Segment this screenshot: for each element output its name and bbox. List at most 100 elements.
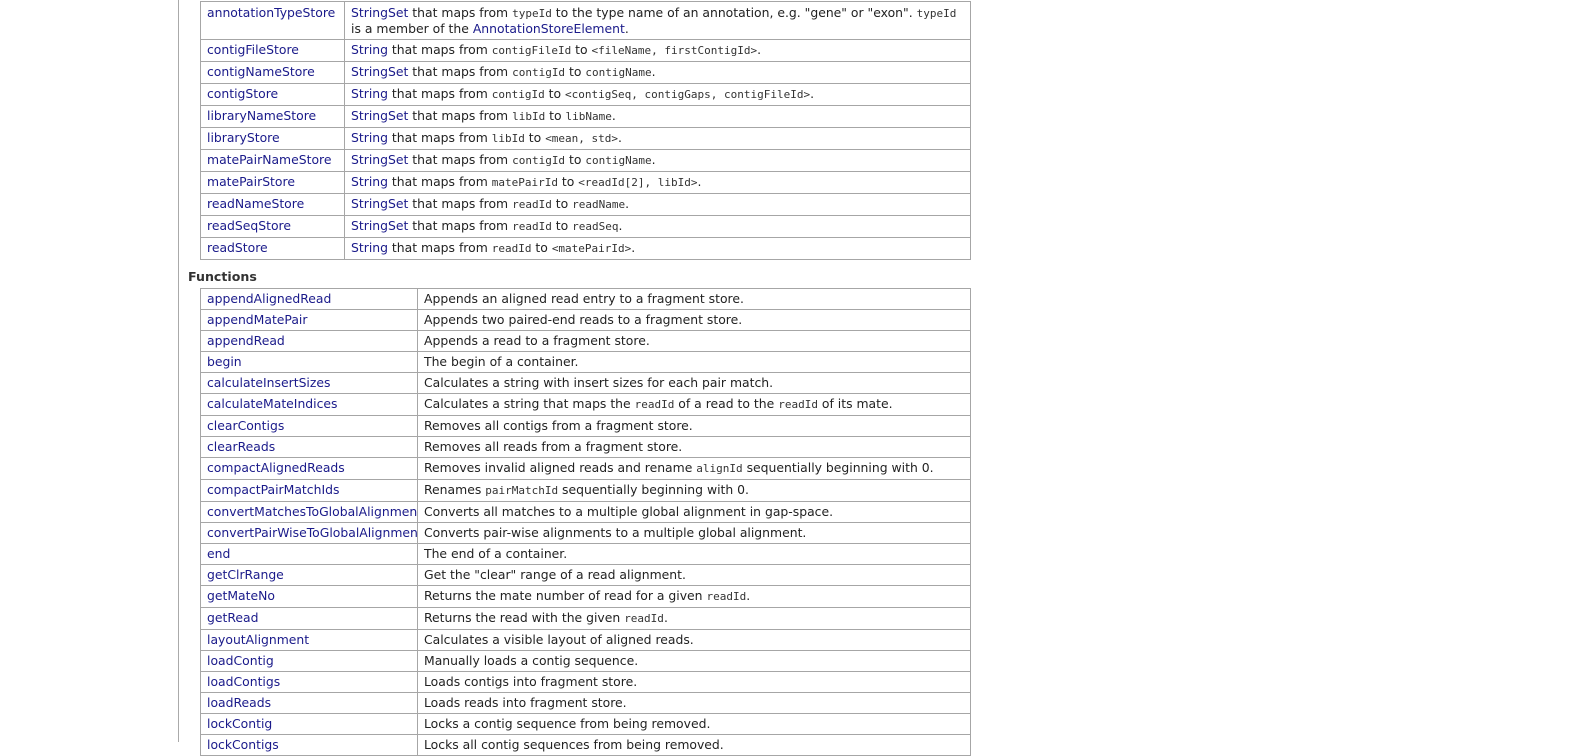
description-text: Removes all contigs from a fragment stor… bbox=[424, 418, 693, 433]
description-text: . bbox=[697, 174, 702, 189]
member-row: readSeqStore StringSet that maps from rea… bbox=[200, 215, 971, 238]
code-identifier: contigId bbox=[512, 154, 566, 167]
function-row-name-link[interactable]: begin bbox=[207, 354, 242, 369]
description-text: Loads reads into fragment store. bbox=[424, 695, 627, 710]
type-link[interactable]: StringSet bbox=[351, 5, 408, 20]
member-row-name-cell: matePairStore bbox=[200, 171, 345, 194]
member-row-description: String that maps from libId to <mean, st… bbox=[344, 127, 971, 150]
function-row-name-link[interactable]: getClrRange bbox=[207, 567, 284, 582]
member-row-name-link[interactable]: readNameStore bbox=[207, 196, 304, 211]
member-row-name-link[interactable]: readSeqStore bbox=[207, 218, 291, 233]
function-row-description: Locks a contig sequence from being remov… bbox=[417, 713, 971, 735]
member-row-description: StringSet that maps from contigId to con… bbox=[344, 149, 971, 172]
type-link[interactable]: String bbox=[351, 240, 388, 255]
function-row-name-link[interactable]: clearContigs bbox=[207, 418, 284, 433]
code-identifier: <fileName, firstContigId> bbox=[591, 44, 758, 57]
function-row-name-link[interactable]: convertMatchesToGlobalAlignment bbox=[207, 504, 417, 519]
description-text: Calculates a visible layout of aligned r… bbox=[424, 632, 694, 647]
function-row-name-link[interactable]: loadContigs bbox=[207, 674, 280, 689]
description-text: that maps from bbox=[387, 42, 492, 57]
member-row-name-link[interactable]: contigNameStore bbox=[207, 64, 315, 79]
type-link[interactable]: StringSet bbox=[351, 196, 408, 211]
function-row-description: Appends two paired-end reads to a fragme… bbox=[417, 309, 971, 331]
description-text: Locks all contig sequences from being re… bbox=[424, 737, 724, 752]
description-text: sequentially beginning with 0. bbox=[558, 482, 749, 497]
function-row-name-link[interactable]: getMateNo bbox=[207, 588, 275, 603]
description-text: Converts all matches to a multiple globa… bbox=[424, 504, 834, 519]
function-row-description: Manually loads a contig sequence. bbox=[417, 650, 971, 672]
description-text: of its mate. bbox=[817, 396, 893, 411]
function-row-name-link[interactable]: layoutAlignment bbox=[207, 632, 309, 647]
description-text: . bbox=[746, 588, 751, 603]
function-row-name-link[interactable]: getRead bbox=[207, 610, 258, 625]
function-row-name-link[interactable]: appendRead bbox=[207, 333, 285, 348]
description-text: to bbox=[544, 86, 566, 101]
code-identifier: contigId bbox=[512, 66, 566, 79]
code-identifier: <mean, std> bbox=[545, 132, 619, 145]
function-row-name-link[interactable]: appendAlignedRead bbox=[207, 291, 331, 306]
member-row-name-link[interactable]: libraryNameStore bbox=[207, 108, 316, 123]
function-row-name-link[interactable]: compactAlignedReads bbox=[207, 460, 345, 475]
description-text: Returns the mate number of read for a gi… bbox=[424, 588, 707, 603]
member-row-name-link[interactable]: matePairNameStore bbox=[207, 152, 332, 167]
function-row-description: Calculates a visible layout of aligned r… bbox=[417, 629, 971, 651]
type-link[interactable]: StringSet bbox=[351, 64, 408, 79]
description-text: is a member of the bbox=[351, 21, 473, 36]
description-text: that maps from bbox=[387, 174, 492, 189]
member-row-name-link[interactable]: libraryStore bbox=[207, 130, 280, 145]
function-row-name-link[interactable]: clearReads bbox=[207, 439, 275, 454]
function-row-name-link[interactable]: calculateMateIndices bbox=[207, 396, 338, 411]
code-identifier: libName bbox=[565, 110, 612, 123]
description-text: to bbox=[565, 152, 586, 167]
function-row-description: The end of a container. bbox=[417, 543, 971, 565]
description-text: The end of a container. bbox=[424, 546, 568, 561]
description-text: Calculates a string that maps the bbox=[424, 396, 635, 411]
code-identifier: <matePairId> bbox=[551, 242, 632, 255]
member-row: readStore String that maps from readId to… bbox=[200, 237, 971, 260]
function-row-name-link[interactable]: lockContig bbox=[207, 716, 272, 731]
description-text: . bbox=[631, 240, 636, 255]
type-link[interactable]: String bbox=[351, 174, 388, 189]
description-text: . bbox=[618, 130, 622, 145]
function-row-name-link[interactable]: loadReads bbox=[207, 695, 271, 710]
code-identifier: <readId[2], libId> bbox=[578, 176, 698, 189]
type-link[interactable]: String bbox=[351, 86, 388, 101]
description-text: . bbox=[611, 108, 616, 123]
description-text: . bbox=[651, 152, 656, 167]
function-row-name-link[interactable]: calculateInsertSizes bbox=[207, 375, 330, 390]
type-link[interactable]: StringSet bbox=[351, 152, 408, 167]
type-link[interactable]: StringSet bbox=[351, 218, 408, 233]
function-row-description: Appends a read to a fragment store. bbox=[417, 330, 971, 352]
type-link[interactable]: String bbox=[351, 42, 388, 57]
description-text: that maps from bbox=[408, 152, 513, 167]
type-link[interactable]: String bbox=[351, 130, 388, 145]
code-identifier: readId bbox=[512, 220, 552, 233]
members-table-body: annotationTypeStore StringSet that maps f… bbox=[200, 1, 971, 260]
member-row-name-link[interactable]: readStore bbox=[207, 240, 268, 255]
function-row-name-link[interactable]: appendMatePair bbox=[207, 312, 307, 327]
function-row-name-link[interactable]: convertPairWiseToGlobalAlignment bbox=[207, 525, 417, 540]
member-row: readNameStore StringSet that maps from re… bbox=[200, 193, 971, 216]
function-row-description: Returns the mate number of read for a gi… bbox=[417, 585, 971, 608]
function-row-description: The begin of a container. bbox=[417, 351, 971, 373]
type-link[interactable]: AnnotationStoreElement bbox=[473, 21, 625, 36]
function-row-name-link[interactable]: end bbox=[207, 546, 230, 561]
member-row-name-link[interactable]: annotationTypeStore bbox=[207, 5, 335, 20]
code-identifier: contigName bbox=[585, 66, 652, 79]
function-row-name-cell: clearContigs bbox=[200, 415, 418, 437]
description-text: to bbox=[565, 64, 586, 79]
code-identifier: libId bbox=[512, 110, 546, 123]
function-row-description: Appends an aligned read entry to a fragm… bbox=[417, 288, 971, 310]
member-row-name-link[interactable]: contigStore bbox=[207, 86, 278, 101]
description-text: Appends an aligned read entry to a fragm… bbox=[424, 291, 744, 306]
type-link[interactable]: StringSet bbox=[351, 108, 408, 123]
member-row-name-link[interactable]: matePairStore bbox=[207, 174, 295, 189]
function-row: getMateNo Returns the mate number of read… bbox=[200, 585, 971, 608]
member-row-name-link[interactable]: contigFileStore bbox=[207, 42, 299, 57]
function-row-name-link[interactable]: compactPairMatchIds bbox=[207, 482, 339, 497]
function-row-name-link[interactable]: loadContig bbox=[207, 653, 274, 668]
code-identifier: readName bbox=[572, 198, 626, 211]
code-identifier: alignId bbox=[696, 462, 743, 475]
function-row-description: Renames pairMatchId sequentially beginni… bbox=[417, 479, 971, 502]
function-row-name-link[interactable]: lockContigs bbox=[207, 737, 279, 752]
